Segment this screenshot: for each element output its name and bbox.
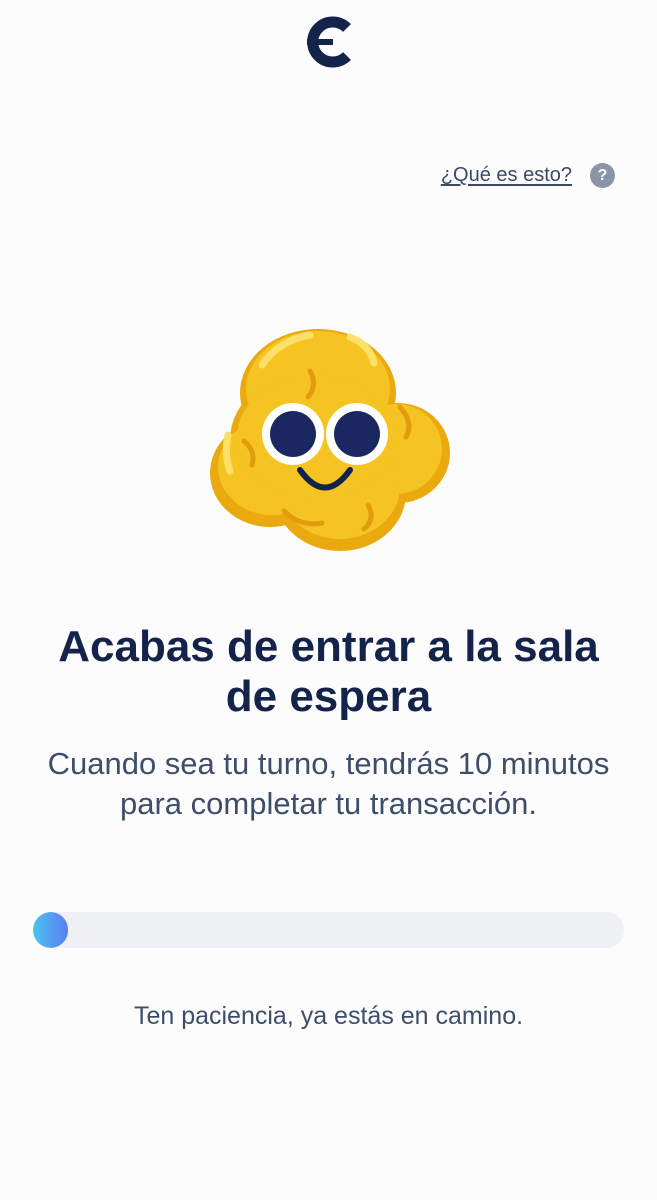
queue-progress-bar [33,912,624,948]
popcorn-mascot-icon [200,315,460,560]
question-circle-icon[interactable]: ? [590,163,615,188]
page-subtitle: Cuando sea tu turno, tendrás 10 minutos … [47,746,610,821]
queue-progress-fill [33,912,68,948]
patience-message: Ten paciencia, ya estás en camino. [133,1002,524,1030]
brand-logo-icon[interactable] [303,16,355,68]
help-row: ¿Qué es esto? ? [441,163,615,188]
what-is-this-link[interactable]: ¿Qué es esto? [441,164,572,187]
page-title: Acabas de entrar a la sala de espera [58,622,599,721]
